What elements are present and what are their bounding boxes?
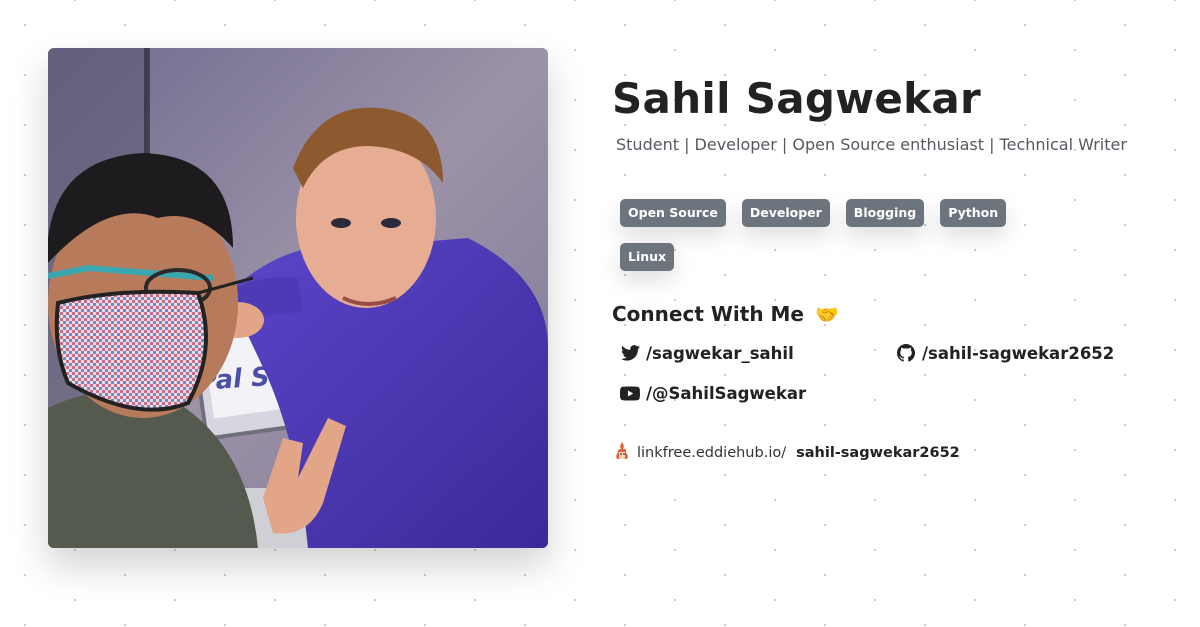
youtube-handle: /@SahilSagwekar bbox=[646, 383, 807, 403]
linkfree-handle: sahil-sagwekar2652 bbox=[796, 445, 960, 461]
connect-heading: Connect With Me 🤝 bbox=[612, 302, 839, 326]
tag-developer: Developer bbox=[741, 199, 830, 227]
twitter-link[interactable]: /sagwekar_sahil bbox=[620, 343, 794, 363]
github-handle: /sahil-sagwekar2652 bbox=[922, 343, 1115, 363]
twitter-icon bbox=[620, 343, 640, 363]
twitter-handle: /sagwekar_sahil bbox=[646, 343, 794, 363]
tag-python: Python bbox=[940, 199, 1007, 227]
profile-photo-illustration: Pal S bbox=[48, 48, 548, 548]
profile-photo: Pal S bbox=[48, 48, 548, 548]
profile-tagline: Student | Developer | Open Source enthus… bbox=[616, 135, 1127, 154]
youtube-link[interactable]: /@SahilSagwekar bbox=[620, 383, 806, 403]
github-icon bbox=[896, 343, 916, 363]
tag-linux: Linux bbox=[620, 243, 675, 271]
tag-blogging: Blogging bbox=[845, 199, 925, 227]
eddiehub-logo-icon bbox=[613, 441, 631, 465]
connect-heading-text: Connect With Me bbox=[612, 302, 804, 326]
handshake-icon: 🤝 bbox=[814, 304, 839, 326]
youtube-icon bbox=[620, 383, 640, 403]
tag-list: Open Source Developer Blogging Python Li… bbox=[620, 199, 1060, 271]
profile-name: Sahil Sagwekar bbox=[612, 74, 982, 123]
linkfree-domain: linkfree.eddiehub.io/ bbox=[637, 445, 787, 461]
github-link[interactable]: /sahil-sagwekar2652 bbox=[896, 343, 1114, 363]
tag-open-source: Open Source bbox=[620, 199, 726, 227]
linkfree-link[interactable]: linkfree.eddiehub.io/ sahil-sagwekar2652 bbox=[613, 441, 960, 465]
